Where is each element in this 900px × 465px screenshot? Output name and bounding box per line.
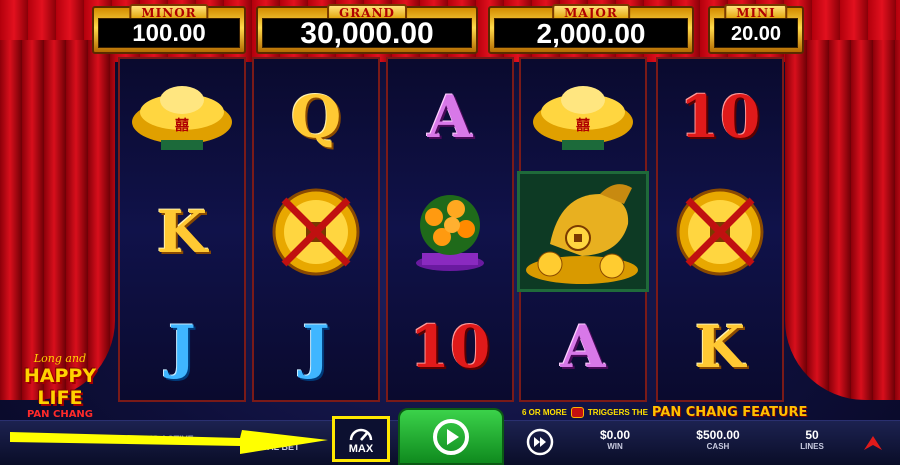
gold-coin-icon bbox=[676, 188, 764, 275]
dragon-fortune-icon bbox=[520, 174, 646, 289]
symbol-k: K bbox=[120, 174, 244, 289]
spin-play-icon bbox=[433, 418, 469, 455]
symbol-a: A bbox=[388, 59, 512, 174]
lines-display[interactable]: 50 LINES bbox=[790, 428, 834, 452]
jackpot-mini-value: 20.00 bbox=[714, 18, 798, 48]
curtain-left bbox=[0, 40, 115, 400]
symbol-letter: J bbox=[302, 312, 330, 381]
menu-button[interactable] bbox=[858, 430, 888, 456]
reel-4: 囍 A bbox=[517, 57, 649, 404]
symbol-letter: 10 bbox=[409, 312, 491, 381]
max-bet-gauge-icon bbox=[349, 428, 373, 441]
cash-label: CASH bbox=[706, 442, 730, 451]
lines-label: LINES bbox=[800, 442, 824, 451]
symbol-q: Q bbox=[254, 59, 378, 174]
jackpot-major-value: 2,000.00 bbox=[494, 18, 688, 49]
cash-value: $500.00 bbox=[696, 428, 740, 442]
gold-ingot-icon: 囍 bbox=[533, 85, 633, 150]
reel-1: 囍 K J bbox=[118, 57, 246, 402]
reel-5: 10 K bbox=[656, 57, 784, 402]
lines-value: 50 bbox=[805, 428, 819, 442]
jackpot-minor-value: 100.00 bbox=[98, 18, 240, 48]
svg-text:囍: 囍 bbox=[576, 117, 590, 134]
symbol-letter: K bbox=[694, 312, 746, 381]
feature-trigger-message: 6 OR MORE TRIGGERS THE PAN CHANG FEATURE bbox=[522, 404, 807, 420]
reel-2: Q J bbox=[252, 57, 380, 402]
pointer-arrow-icon bbox=[10, 430, 328, 454]
symbol-j: J bbox=[254, 289, 378, 404]
symbol-letter: 10 bbox=[679, 82, 761, 151]
trigger-middle: TRIGGERS THE bbox=[587, 407, 648, 417]
symbol-a: A bbox=[521, 289, 645, 404]
jackpot-grand-value: 30,000.00 bbox=[262, 18, 472, 49]
svg-text:囍: 囍 bbox=[175, 117, 189, 134]
symbol-gold-coin bbox=[254, 174, 378, 289]
autoplay-button[interactable] bbox=[522, 424, 558, 460]
logo-top-text: Long and bbox=[33, 352, 87, 365]
jackpot-minor: MINOR 100.00 bbox=[92, 4, 246, 54]
cash-display: $500.00 CASH bbox=[680, 428, 756, 452]
symbol-gold-ingot: 囍 bbox=[521, 59, 645, 174]
max-bet-label: MAX bbox=[348, 442, 374, 455]
jackpot-major: MAJOR 2,000.00 bbox=[488, 4, 694, 54]
symbol-letter: J bbox=[168, 312, 196, 381]
orange-tree-icon bbox=[416, 194, 484, 271]
win-display: $0.00 WIN bbox=[586, 428, 644, 452]
gold-coin-icon bbox=[272, 188, 360, 275]
symbol-dragon-fortune bbox=[517, 171, 649, 292]
autoplay-fast-forward-icon bbox=[526, 428, 554, 456]
curtain-right bbox=[785, 40, 900, 400]
symbol-letter: A bbox=[560, 312, 606, 381]
symbol-gold-ingot: 囍 bbox=[120, 59, 244, 174]
spin-button[interactable] bbox=[398, 408, 504, 465]
symbol-letter: Q bbox=[290, 82, 342, 151]
jackpot-mini: MINI 20.00 bbox=[708, 4, 804, 54]
gold-ingot-icon: 囍 bbox=[132, 85, 232, 150]
symbol-gold-coin bbox=[658, 174, 782, 289]
symbol-10: 10 bbox=[388, 289, 512, 404]
symbol-10: 10 bbox=[658, 59, 782, 174]
trigger-prefix: 6 OR MORE bbox=[522, 407, 567, 417]
trigger-feature: PAN CHANG FEATURE bbox=[651, 404, 808, 420]
menu-arrow-icon bbox=[864, 436, 882, 450]
symbol-letter: A bbox=[427, 82, 473, 151]
symbol-j: J bbox=[120, 289, 244, 404]
win-value: $0.00 bbox=[599, 428, 631, 442]
jackpot-grand: GRAND 30,000.00 bbox=[256, 4, 478, 54]
coin-symbol-icon bbox=[570, 406, 584, 418]
symbol-letter: K bbox=[156, 197, 208, 266]
win-label: WIN bbox=[607, 442, 623, 451]
symbol-orange-tree bbox=[388, 174, 512, 289]
reel-3: A 10 bbox=[386, 57, 514, 402]
logo-main-text: HAPPY LIFE bbox=[23, 365, 97, 409]
symbol-k: K bbox=[658, 289, 782, 404]
